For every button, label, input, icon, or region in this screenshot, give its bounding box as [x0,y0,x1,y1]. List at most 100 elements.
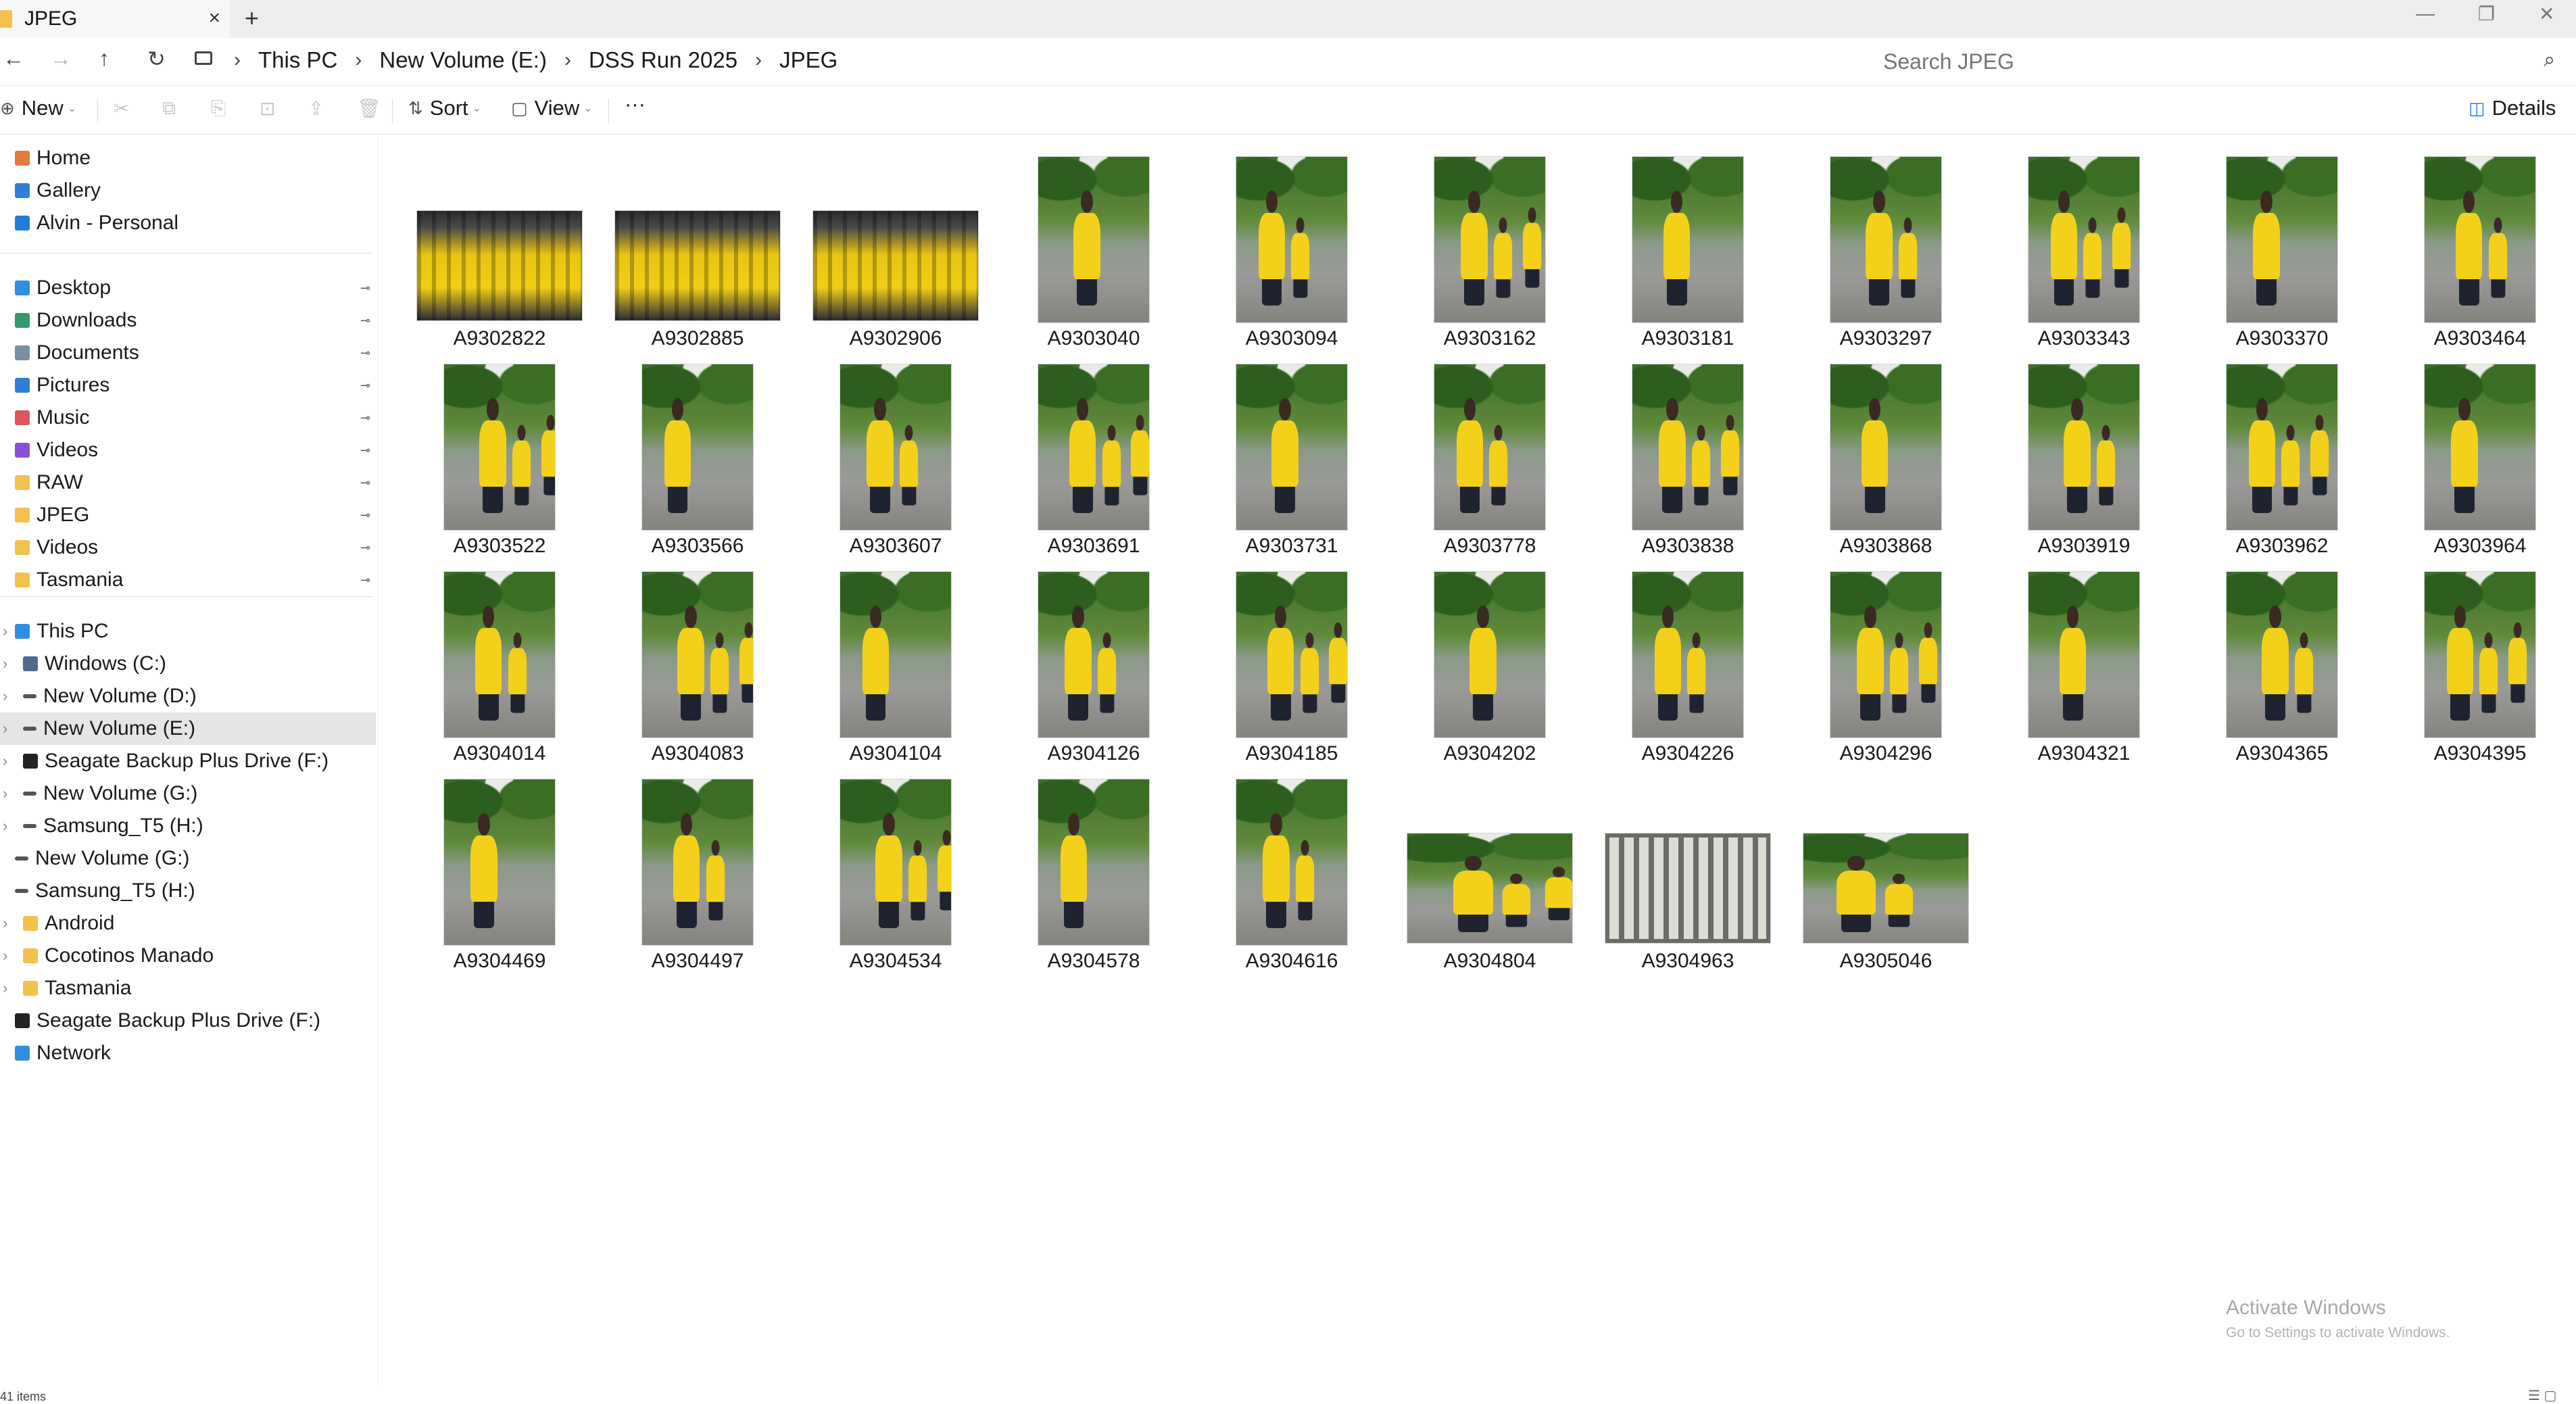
minimize-button[interactable]: — [2416,3,2435,24]
share-icon[interactable]: ⇪ [308,97,324,120]
file-tile[interactable]: A9304185 [1176,560,1375,765]
file-tile[interactable]: A9303607 [780,352,979,557]
sidebar-item-seagate-backup-plus-drive-f[interactable]: Seagate Backup Plus Drive (F:) [0,1004,376,1037]
image-thumbnail[interactable] [642,364,753,530]
image-thumbnail[interactable] [2425,157,2535,322]
file-tile[interactable]: A9303919 [1968,352,2167,557]
file-name[interactable]: A9303040 [978,327,1209,350]
file-tile[interactable]: A9304469 [384,767,583,972]
view-toggle-icons[interactable]: ☰ ▢ [2528,1387,2556,1404]
file-tile[interactable]: A9304365 [2166,560,2365,765]
file-name[interactable]: A9303566 [582,535,813,558]
up-button[interactable]: ↑ [99,46,110,71]
pin-icon[interactable]: ⊸ [360,476,370,490]
image-thumbnail[interactable] [642,779,753,945]
search-box[interactable]: ⌕ [1866,42,2569,81]
sidebar-item-samsung-t5-h[interactable]: Samsung_T5 (H:) [0,875,376,907]
file-name[interactable]: A9304104 [780,742,1011,765]
cut-icon[interactable]: ✂ [114,97,129,120]
image-thumbnail[interactable] [1803,833,1968,943]
file-tile[interactable]: A9303343 [1968,145,2167,349]
image-thumbnail[interactable] [1236,157,1347,322]
file-name[interactable]: A9302822 [384,327,615,350]
file-name[interactable]: A9303370 [2166,327,2398,350]
breadcrumb-this-pc[interactable]: This PC [258,47,337,73]
tab-jpeg[interactable]: JPEG × [0,0,230,38]
search-icon[interactable]: ⌕ [2544,49,2555,72]
expand-chevron-icon[interactable]: › [3,817,7,835]
sidebar-item-this-pc[interactable]: › This PC [0,615,376,648]
image-thumbnail[interactable] [1236,572,1347,737]
sidebar-item-gallery[interactable]: Gallery [0,174,376,207]
sort-button[interactable]: ⇅ Sort ⌄ [408,96,481,120]
image-thumbnail[interactable] [615,211,780,320]
breadcrumb-new-volume-e[interactable]: New Volume (E:) [379,47,547,73]
image-thumbnail[interactable] [1038,779,1149,945]
sidebar-item-seagate-backup-plus-drive-f[interactable]: › Seagate Backup Plus Drive (F:) [0,745,376,777]
pin-icon[interactable]: ⊸ [360,508,370,523]
sidebar-item-new-volume-g[interactable]: New Volume (G:) [0,842,376,875]
image-thumbnail[interactable] [444,779,555,945]
view-button[interactable]: ▢ View ⌄ [511,96,593,120]
image-thumbnail[interactable] [1434,572,1545,737]
file-name[interactable]: A9304395 [2364,742,2576,765]
expand-chevron-icon[interactable]: › [3,655,7,673]
file-name[interactable]: A9304534 [780,950,1011,973]
file-name[interactable]: A9303343 [1968,327,2200,350]
file-name[interactable]: A9304616 [1176,950,1407,973]
image-thumbnail[interactable] [840,779,951,945]
sidebar-item-tasmania[interactable]: › Tasmania [0,972,376,1004]
image-thumbnail[interactable] [1407,833,1572,943]
expand-chevron-icon[interactable]: › [3,687,7,705]
image-thumbnail[interactable] [840,572,951,737]
file-tile[interactable]: A9304126 [978,560,1177,765]
image-thumbnail[interactable] [1038,157,1149,322]
file-tile[interactable]: A9304578 [978,767,1177,972]
file-tile[interactable]: A9303566 [582,352,781,557]
file-tile[interactable]: A9303162 [1374,145,1573,349]
paste-icon[interactable]: ⎘ [211,97,226,120]
pin-icon[interactable]: ⊸ [360,541,370,555]
file-name[interactable]: A9303962 [2166,535,2398,558]
image-thumbnail[interactable] [1236,364,1347,530]
forward-button[interactable]: → [50,46,72,71]
sidebar-item-network[interactable]: Network [0,1037,376,1069]
sidebar-item-desktop[interactable]: Desktop ⊸ [0,272,376,304]
image-thumbnail[interactable] [1038,572,1149,737]
sidebar-item-cocotinos-manado[interactable]: › Cocotinos Manado [0,940,376,972]
file-name[interactable]: A9304126 [978,742,1209,765]
sidebar-item-samsung-t5-h[interactable]: › Samsung_T5 (H:) [0,810,376,842]
new-tab-button[interactable]: + [245,4,259,32]
file-name[interactable]: A9304469 [384,950,615,973]
pin-icon[interactable]: ⊸ [360,346,370,360]
file-tile[interactable]: A9303691 [978,352,1177,557]
file-tile[interactable]: A9303778 [1374,352,1573,557]
breadcrumb-dss-run-2025[interactable]: DSS Run 2025 [589,47,737,73]
copy-icon[interactable]: ⧉ [162,97,176,120]
sidebar-item-documents[interactable]: Documents ⊸ [0,337,376,369]
image-thumbnail[interactable] [444,572,555,737]
expand-chevron-icon[interactable]: › [3,979,7,997]
image-thumbnail[interactable] [1830,364,1941,530]
file-tile[interactable]: A9302885 [582,145,781,349]
file-name[interactable]: A9303607 [780,535,1011,558]
breadcrumb-separator[interactable]: › [755,49,762,72]
sidebar-item-jpeg[interactable]: JPEG ⊸ [0,499,376,531]
sidebar-item-videos[interactable]: Videos ⊸ [0,531,376,564]
image-thumbnail[interactable] [2028,157,2139,322]
file-tile[interactable]: A9303962 [2166,352,2365,557]
image-thumbnail[interactable] [2425,572,2535,737]
file-name[interactable]: A9304202 [1374,742,1605,765]
file-name[interactable]: A9304296 [1770,742,2001,765]
file-tile[interactable]: A9303868 [1770,352,1969,557]
file-tile[interactable]: A9303964 [2364,352,2563,557]
file-name[interactable]: A9304497 [582,950,813,973]
file-name[interactable]: A9302885 [582,327,813,350]
sidebar-item-alvin-personal[interactable]: Alvin - Personal [0,207,376,239]
image-thumbnail[interactable] [2227,364,2337,530]
file-name[interactable]: A9303162 [1374,327,1605,350]
breadcrumb-separator[interactable]: › [355,49,362,72]
file-tile[interactable]: A9303181 [1572,145,1771,349]
file-name[interactable]: A9303464 [2364,327,2576,350]
file-tile[interactable]: A9303040 [978,145,1177,349]
